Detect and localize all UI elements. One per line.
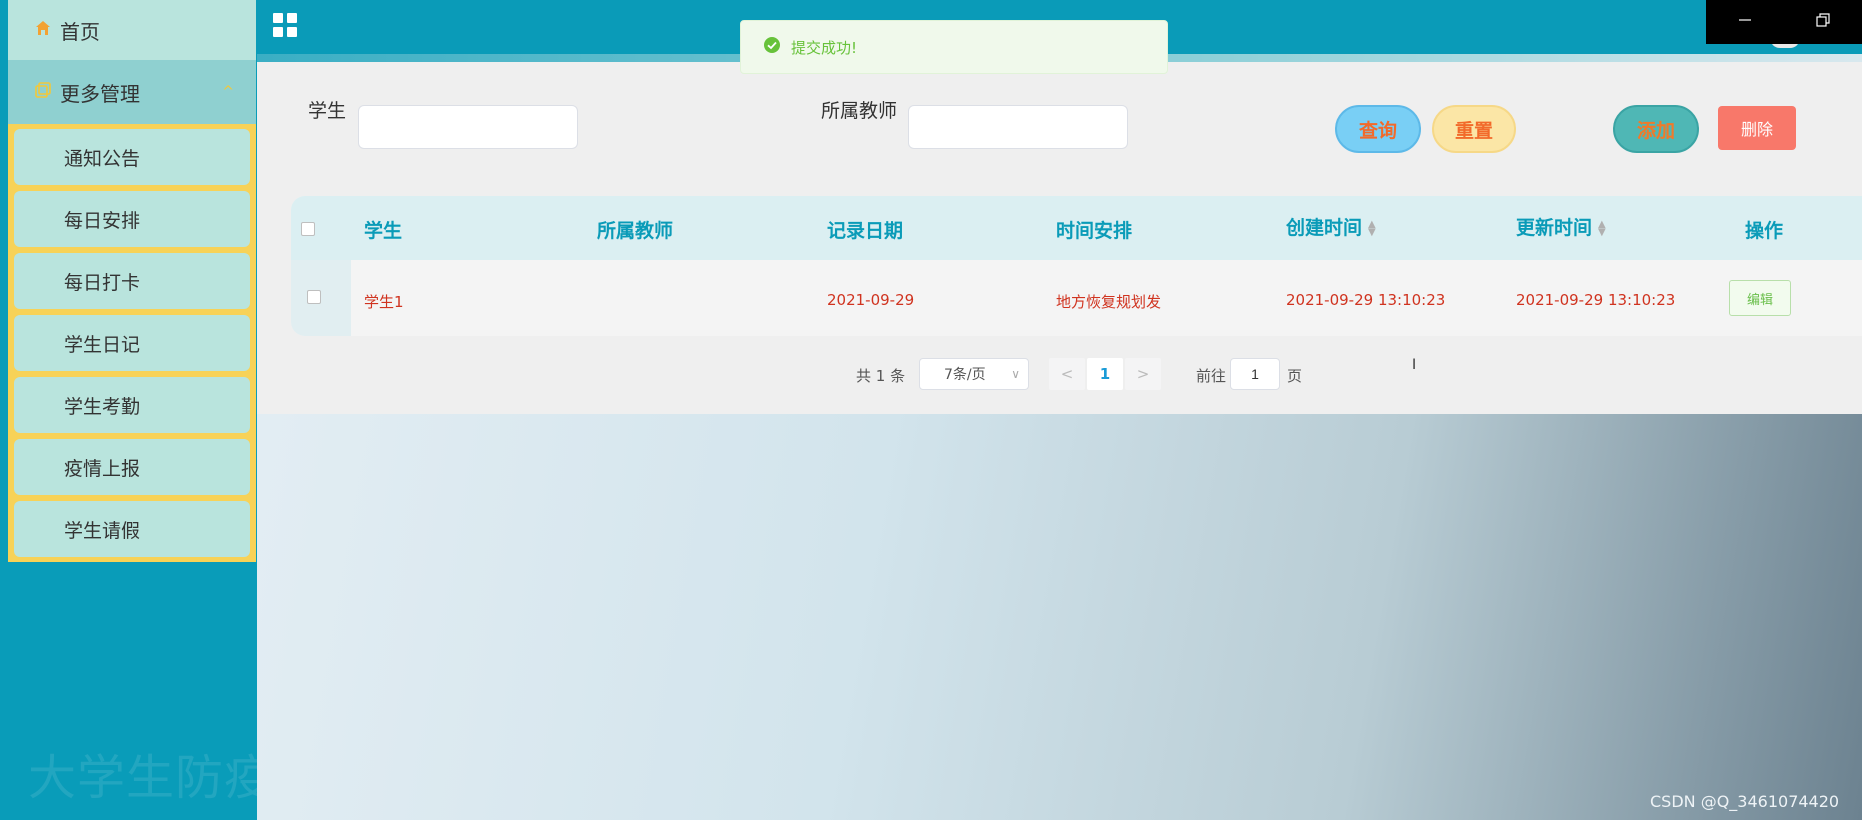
column-header-student: 学生 <box>364 220 403 242</box>
goto-suffix: 页 <box>1287 367 1303 385</box>
sort-icon[interactable]: ▲ ▼ <box>1368 219 1376 237</box>
home-icon <box>34 19 52 41</box>
cell-schedule: 地方恢复规划发 <box>1056 293 1162 311</box>
goto-prefix: 前往 <box>1196 367 1227 385</box>
check-circle-icon <box>763 36 781 58</box>
toast-message: 提交成功! <box>791 38 858 57</box>
list-panel: 学生 所属教师 查询 重置 添加 删除 学生 所属教师 记录日期 时间安排 创建… <box>257 62 1862 414</box>
cell-student: 学生1 <box>364 293 404 311</box>
goto-page-input[interactable] <box>1230 358 1280 390</box>
chevron-up-icon: ^ <box>222 84 234 100</box>
sidebar-item-epidemic-report[interactable]: 疫情上报 <box>14 439 250 495</box>
main-content: 学生 所属教师 查询 重置 添加 删除 学生 所属教师 记录日期 时间安排 创建… <box>257 62 1862 820</box>
text-cursor-icon: I <box>1412 357 1417 373</box>
window-controls <box>1706 0 1862 44</box>
column-header-schedule: 时间安排 <box>1056 220 1133 242</box>
sidebar-item-more-management[interactable]: 更多管理 ^ <box>8 60 256 124</box>
grid-menu-icon[interactable] <box>272 12 298 42</box>
sidebar-item-daily-schedule[interactable]: 每日安排 <box>14 191 250 247</box>
column-header-created-label: 创建时间 <box>1286 217 1363 239</box>
restore-icon[interactable] <box>1815 12 1831 32</box>
student-filter-label: 学生 <box>308 100 347 122</box>
chevron-left-icon: < <box>1060 365 1074 383</box>
column-header-actions: 操作 <box>1745 220 1784 242</box>
cell-updated: 2021-09-29 13:10:23 <box>1516 291 1676 309</box>
sidebar-item-student-diary[interactable]: 学生日记 <box>14 315 250 371</box>
sidebar-item-student-leave[interactable]: 学生请假 <box>14 501 250 557</box>
reset-button[interactable]: 重置 <box>1432 105 1516 153</box>
column-header-updated-label: 更新时间 <box>1516 217 1593 239</box>
teacher-filter-input[interactable] <box>908 105 1128 149</box>
add-button[interactable]: 添加 <box>1613 105 1699 153</box>
table-row-select-cell <box>291 260 351 336</box>
column-header-created[interactable]: 创建时间 ▲ ▼ <box>1286 213 1376 240</box>
page-number-button[interactable]: 1 <box>1087 358 1123 390</box>
next-page-button[interactable]: > <box>1125 358 1161 390</box>
success-toast: 提交成功! <box>740 20 1168 74</box>
edit-button[interactable]: 编辑 <box>1729 280 1791 316</box>
sidebar-item-more-label: 更多管理 <box>60 81 140 106</box>
sort-icon[interactable]: ▲ ▼ <box>1598 219 1606 237</box>
page-size-value: 7条/页 <box>944 367 986 383</box>
prev-page-button[interactable]: < <box>1049 358 1085 390</box>
sidebar-item-home[interactable]: 首页 <box>8 0 256 60</box>
minimize-icon[interactable] <box>1737 12 1753 32</box>
query-button[interactable]: 查询 <box>1335 105 1421 153</box>
sidebar-item-home-label: 首页 <box>60 19 100 44</box>
chevron-right-icon: > <box>1136 365 1150 383</box>
copy-icon <box>34 81 52 103</box>
sidebar-item-attendance[interactable]: 学生考勤 <box>14 377 250 433</box>
submenu: 通知公告 每日安排 每日打卡 学生日记 学生考勤 疫情上报 学生请假 <box>8 124 256 562</box>
column-header-updated[interactable]: 更新时间 ▲ ▼ <box>1516 213 1606 240</box>
sidebar: 首页 更多管理 ^ 通知公告 每日安排 每日打卡 学生日记 学生考勤 疫情上报 … <box>0 0 257 820</box>
credit-watermark: CSDN @Q_3461074420 <box>1650 792 1840 811</box>
column-header-date: 记录日期 <box>827 220 904 242</box>
pagination-total: 共 1 条 <box>856 367 906 385</box>
delete-button[interactable]: 删除 <box>1718 106 1796 150</box>
page-size-select[interactable]: 7条/页 ∨ <box>919 358 1029 390</box>
row-checkbox[interactable] <box>307 290 321 304</box>
sidebar-item-daily-checkin[interactable]: 每日打卡 <box>14 253 250 309</box>
cell-date: 2021-09-29 <box>827 291 915 309</box>
column-header-teacher: 所属教师 <box>597 220 674 242</box>
data-table: 学生 所属教师 记录日期 时间安排 创建时间 ▲ ▼ 更新时间 ▲ ▼ 操作 学生1 2… <box>291 196 1862 336</box>
sidebar-item-notice[interactable]: 通知公告 <box>14 129 250 185</box>
select-all-checkbox[interactable] <box>301 222 315 236</box>
cell-created: 2021-09-29 13:10:23 <box>1286 291 1446 309</box>
chevron-down-icon: ∨ <box>1011 367 1020 381</box>
teacher-filter-label: 所属教师 <box>821 100 898 122</box>
student-filter-input[interactable] <box>358 105 578 149</box>
